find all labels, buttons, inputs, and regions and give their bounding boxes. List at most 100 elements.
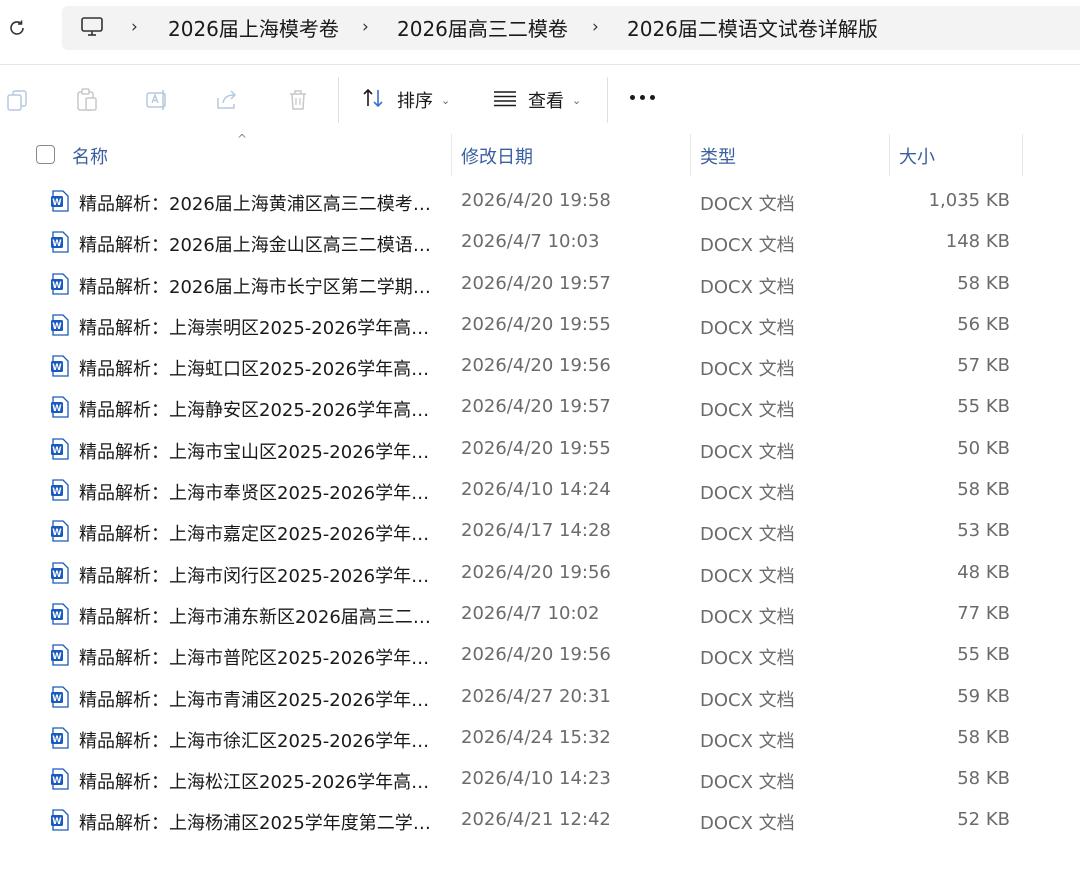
column-divider[interactable]	[1022, 134, 1023, 176]
file-name: 精品解析：上海静安区2025-2026学年高三二模语文试卷	[79, 400, 439, 422]
file-name: 精品解析：2026届上海黄浦区高三二模考试语文试卷	[79, 194, 439, 215]
chevron-right-icon[interactable]: ›	[131, 17, 138, 37]
file-name: 精品解析：上海市闵行区2025-2026学年第二学期语文试卷	[79, 565, 439, 587]
file-row[interactable]: W 精品解析：2026届上海黄浦区高三二模考试语文试卷 2026/4/20 19:5…	[0, 181, 1080, 222]
file-row[interactable]: W 精品解析：上海市嘉定区2025-2026学年下学期语文试卷 2026/4/17 …	[0, 511, 1080, 552]
word-doc-icon: W	[50, 727, 70, 749]
file-size: 58 KB	[957, 726, 1010, 748]
column-modified[interactable]: 修改日期	[461, 143, 533, 169]
file-size: 1,035 KB	[928, 190, 1010, 211]
column-type[interactable]: 类型	[700, 143, 736, 169]
file-row[interactable]: W 精品解析：2026届上海金山区高三二模语文试卷 2026/4/7 10:03 DO…	[0, 222, 1080, 263]
svg-text:W: W	[52, 735, 62, 745]
svg-text:W: W	[52, 322, 62, 332]
breadcrumb-item[interactable]: 2026届高三二模卷	[397, 13, 568, 42]
breadcrumb-item-current[interactable]: 2026届二模语文试卷详解版	[627, 13, 878, 42]
chevron-down-icon: ⌄	[441, 93, 451, 107]
file-row[interactable]: W 精品解析：上海虹口区2025-2026学年高三二模语文试卷 2026/4/20 …	[0, 346, 1080, 387]
file-type: DOCX 文档	[700, 689, 795, 711]
file-name: 精品解析：上海市普陀区2025-2026学年高三二模语文试卷	[79, 648, 439, 670]
column-size[interactable]: 大小	[899, 143, 935, 169]
file-modified: 2026/4/10 14:24	[461, 479, 611, 501]
file-row[interactable]: W 精品解析：上海市青浦区2025-2026学年第二学期语文试卷 2026/4/27…	[0, 677, 1080, 718]
svg-text:W: W	[52, 776, 62, 786]
file-modified: 2026/4/20 19:56	[461, 561, 611, 583]
file-row[interactable]: W 精品解析：上海市奉贤区2025-2026学年第二学期语文试卷 2026/4/10…	[0, 470, 1080, 511]
svg-text:W: W	[52, 487, 62, 497]
column-divider[interactable]	[889, 134, 890, 176]
svg-text:W: W	[52, 611, 62, 621]
delete-icon[interactable]	[285, 87, 311, 113]
file-modified: 2026/4/20 19:58	[461, 190, 611, 211]
file-type: DOCX 文档	[700, 813, 795, 835]
file-modified: 2026/4/20 19:56	[461, 355, 611, 377]
svg-text:W: W	[52, 528, 62, 538]
svg-text:W: W	[52, 280, 62, 290]
file-size: 52 KB	[957, 809, 1010, 831]
file-row[interactable]: W 精品解析：上海杨浦区2025学年度第二学期语文试卷 2026/4/21 12:4…	[0, 800, 1080, 841]
word-doc-icon: W	[50, 314, 70, 336]
file-list: W 精品解析：2026届上海黄浦区高三二模考试语文试卷 2026/4/20 19:5…	[0, 181, 1080, 842]
file-size: 57 KB	[957, 355, 1010, 377]
word-doc-icon: W	[50, 685, 70, 708]
select-all-checkbox[interactable]	[36, 145, 55, 164]
file-size: 53 KB	[957, 520, 1010, 542]
computer-icon[interactable]	[80, 16, 104, 38]
svg-text:W: W	[52, 446, 62, 456]
word-doc-icon: W	[50, 396, 70, 419]
file-row[interactable]: W 精品解析：上海市浦东新区2026届高三二模语文试卷 2026/4/7 10:02…	[0, 594, 1080, 635]
file-modified: 2026/4/27 20:31	[461, 685, 611, 707]
copy-icon[interactable]	[4, 87, 30, 113]
file-modified: 2026/4/20 19:57	[461, 396, 611, 418]
rename-icon[interactable]	[144, 87, 170, 113]
chevron-down-icon: ⌄	[572, 93, 582, 107]
file-size: 59 KB	[957, 685, 1010, 707]
file-type: DOCX 文档	[700, 772, 795, 794]
file-modified: 2026/4/7 10:02	[461, 602, 600, 624]
file-row[interactable]: W 精品解析：上海崇明区2025-2026学年高三二模语文试卷 2026/4/20 …	[0, 305, 1080, 346]
chevron-right-icon[interactable]: ›	[362, 17, 369, 37]
file-row[interactable]: W 精品解析：2026届上海市长宁区第二学期高三语文试卷 2026/4/20 19:…	[0, 264, 1080, 305]
toolbar-divider	[607, 77, 608, 123]
file-modified: 2026/4/21 12:42	[461, 809, 611, 831]
view-button[interactable]: 查看 ⌄	[492, 85, 581, 115]
file-modified: 2026/4/24 15:32	[461, 726, 611, 748]
sort-label: 排序	[397, 91, 433, 112]
chevron-right-icon[interactable]: ›	[592, 17, 599, 37]
refresh-icon[interactable]	[6, 15, 28, 41]
column-name[interactable]: 名称	[72, 143, 108, 169]
column-divider[interactable]	[451, 134, 452, 176]
file-row[interactable]: W 精品解析：上海市普陀区2025-2026学年高三二模语文试卷 2026/4/20…	[0, 635, 1080, 676]
more-icon[interactable]	[630, 95, 655, 100]
file-row[interactable]: W 精品解析：上海市徐汇区2025-2026学年高三二模语文试卷 2026/4/24…	[0, 718, 1080, 759]
file-size: 50 KB	[957, 437, 1010, 459]
file-row[interactable]: W 精品解析：上海松江区2025-2026学年高三二模语文试卷 2026/4/10 …	[0, 759, 1080, 800]
share-icon[interactable]	[214, 87, 240, 113]
file-name: 精品解析：上海市徐汇区2025-2026学年高三二模语文试卷	[79, 730, 439, 752]
svg-text:W: W	[52, 404, 62, 414]
breadcrumb-item[interactable]: 2026届上海模考卷	[168, 13, 339, 42]
file-size: 55 KB	[957, 396, 1010, 418]
sort-button[interactable]: 排序 ⌄	[361, 85, 450, 115]
toolbar-divider	[338, 77, 339, 123]
file-size: 77 KB	[957, 602, 1010, 624]
file-size: 55 KB	[957, 644, 1010, 666]
file-name: 精品解析：2026届上海金山区高三二模语文试卷	[79, 235, 439, 257]
file-type: DOCX 文档	[700, 194, 795, 215]
svg-text:W: W	[52, 569, 62, 579]
column-divider[interactable]	[690, 134, 691, 176]
svg-text:W: W	[52, 693, 62, 703]
file-type: DOCX 文档	[700, 441, 795, 463]
file-modified: 2026/4/20 19:57	[461, 272, 611, 294]
file-name: 精品解析：上海杨浦区2025学年度第二学期语文试卷	[79, 813, 439, 835]
file-row[interactable]: W 精品解析：上海静安区2025-2026学年高三二模语文试卷 2026/4/20 …	[0, 387, 1080, 428]
file-row[interactable]: W 精品解析：上海市宝山区2025-2026学年高三二模语文试卷 2026/4/20…	[0, 429, 1080, 470]
file-type: DOCX 文档	[700, 648, 795, 670]
view-icon	[492, 86, 518, 115]
file-row[interactable]: W 精品解析：上海市闵行区2025-2026学年第二学期语文试卷 2026/4/20…	[0, 553, 1080, 594]
file-type: DOCX 文档	[700, 524, 795, 546]
paste-icon[interactable]	[74, 87, 100, 113]
file-type: DOCX 文档	[700, 565, 795, 587]
view-label: 查看	[528, 91, 564, 112]
address-bar: › 2026届上海模考卷 › 2026届高三二模卷 › 2026届二模语文试卷详…	[0, 0, 1080, 64]
